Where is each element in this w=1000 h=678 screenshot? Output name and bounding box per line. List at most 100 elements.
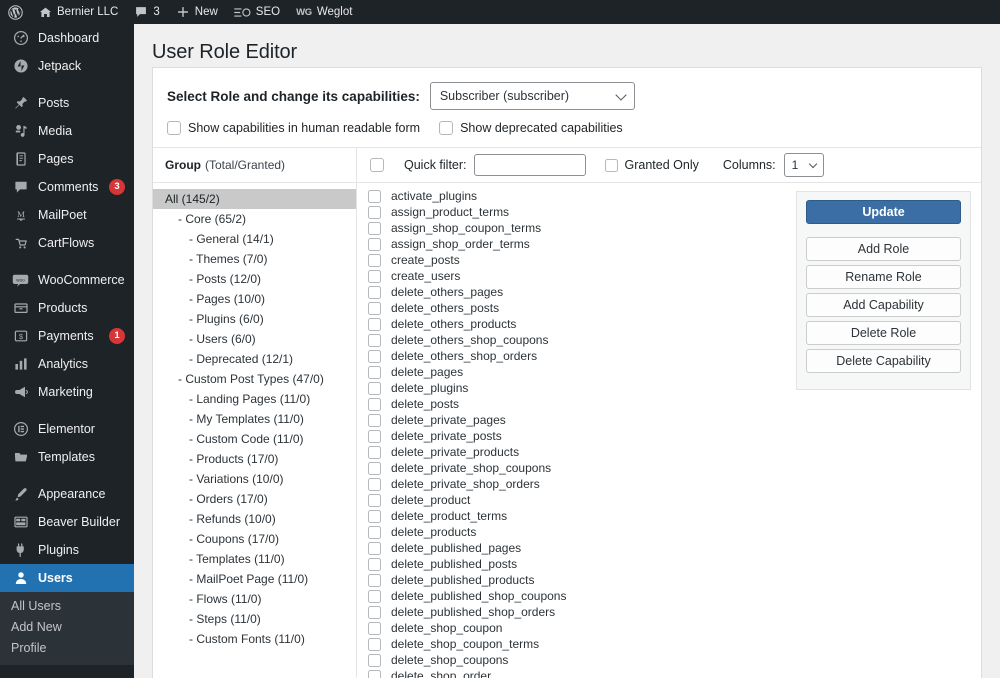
- new-content-menu[interactable]: New: [168, 0, 226, 24]
- group-tree-item[interactable]: - Core (65/2): [153, 209, 356, 229]
- capability-checkbox[interactable]: [368, 413, 381, 427]
- group-tree-item[interactable]: - Refunds (10/0): [153, 509, 356, 529]
- show-human-readable-checkbox[interactable]: [167, 121, 181, 135]
- sidebar-item-products[interactable]: Products: [0, 294, 134, 322]
- group-tree-item[interactable]: - Products (17/0): [153, 449, 356, 469]
- sidebar-item-users[interactable]: Users: [0, 564, 134, 592]
- columns-select[interactable]: 1: [783, 153, 824, 177]
- select-all-capabilities-checkbox[interactable]: [370, 158, 384, 172]
- capability-checkbox[interactable]: [368, 493, 381, 507]
- capability-row[interactable]: delete_private_shop_coupons: [357, 460, 981, 476]
- capability-checkbox[interactable]: [368, 205, 381, 219]
- sidebar-item-plugins[interactable]: Plugins: [0, 536, 134, 564]
- group-tree-item[interactable]: - Plugins (6/0): [153, 309, 356, 329]
- capability-checkbox[interactable]: [368, 637, 381, 651]
- weglot-menu[interactable]: WG Weglot: [288, 0, 360, 24]
- sidebar-item-woocommerce[interactable]: woo WooCommerce: [0, 266, 134, 294]
- capability-checkbox[interactable]: [368, 189, 381, 203]
- group-tree-item[interactable]: - Users (6/0): [153, 329, 356, 349]
- group-tree-item[interactable]: - Deprecated (12/1): [153, 349, 356, 369]
- delete-role-button[interactable]: Delete Role: [806, 321, 961, 345]
- add-capability-button[interactable]: Add Capability: [806, 293, 961, 317]
- capability-checkbox[interactable]: [368, 525, 381, 539]
- capability-row[interactable]: delete_private_pages: [357, 412, 981, 428]
- group-tree-item[interactable]: - Landing Pages (11/0): [153, 389, 356, 409]
- capability-row[interactable]: delete_published_pages: [357, 540, 981, 556]
- sidebar-item-mailpoet[interactable]: M MailPoet: [0, 201, 134, 229]
- capability-row[interactable]: delete_shop_coupons: [357, 652, 981, 668]
- update-button[interactable]: Update: [806, 200, 961, 224]
- submenu-item-all-users[interactable]: All Users: [0, 596, 134, 617]
- granted-only-checkbox[interactable]: [604, 158, 618, 172]
- seo-menu[interactable]: SEO: [226, 0, 288, 24]
- sidebar-item-pages[interactable]: Pages: [0, 145, 134, 173]
- capability-checkbox[interactable]: [368, 253, 381, 267]
- capability-row[interactable]: delete_private_shop_orders: [357, 476, 981, 492]
- capability-row[interactable]: delete_posts: [357, 396, 981, 412]
- capability-row[interactable]: delete_product_terms: [357, 508, 981, 524]
- capability-checkbox[interactable]: [368, 509, 381, 523]
- capability-checkbox[interactable]: [368, 397, 381, 411]
- sidebar-item-dashboard[interactable]: Dashboard: [0, 24, 134, 52]
- capability-checkbox[interactable]: [368, 333, 381, 347]
- sidebar-item-posts[interactable]: Posts: [0, 89, 134, 117]
- group-tree-item[interactable]: - Templates (11/0): [153, 549, 356, 569]
- capability-checkbox[interactable]: [368, 669, 381, 678]
- submenu-item-profile[interactable]: Profile: [0, 638, 134, 659]
- capability-checkbox[interactable]: [368, 237, 381, 251]
- capability-checkbox[interactable]: [368, 653, 381, 667]
- group-tree-item[interactable]: - Pages (10/0): [153, 289, 356, 309]
- group-tree-item[interactable]: - Orders (17/0): [153, 489, 356, 509]
- sidebar-item-jetpack[interactable]: Jetpack: [0, 52, 134, 80]
- capability-checkbox[interactable]: [368, 221, 381, 235]
- capability-checkbox[interactable]: [368, 605, 381, 619]
- capability-checkbox[interactable]: [368, 477, 381, 491]
- group-tree-item[interactable]: - Custom Post Types (47/0): [153, 369, 356, 389]
- sidebar-item-elementor[interactable]: Elementor: [0, 415, 134, 443]
- group-tree-item[interactable]: - Posts (12/0): [153, 269, 356, 289]
- sidebar-item-appearance[interactable]: Appearance: [0, 480, 134, 508]
- show-human-readable-option[interactable]: Show capabilities in human readable form: [167, 121, 420, 135]
- group-tree-item[interactable]: - Themes (7/0): [153, 249, 356, 269]
- group-tree-item[interactable]: - Variations (10/0): [153, 469, 356, 489]
- sidebar-item-comments[interactable]: Comments 3: [0, 173, 134, 201]
- capability-row[interactable]: delete_published_shop_coupons: [357, 588, 981, 604]
- capability-checkbox[interactable]: [368, 381, 381, 395]
- quick-filter-input[interactable]: [473, 154, 586, 176]
- capability-checkbox[interactable]: [368, 365, 381, 379]
- capability-row[interactable]: delete_product: [357, 492, 981, 508]
- capability-row[interactable]: delete_private_posts: [357, 428, 981, 444]
- rename-role-button[interactable]: Rename Role: [806, 265, 961, 289]
- sidebar-item-templates[interactable]: Templates: [0, 443, 134, 471]
- capability-row[interactable]: delete_shop_order: [357, 668, 981, 678]
- capability-checkbox[interactable]: [368, 349, 381, 363]
- capability-checkbox[interactable]: [368, 589, 381, 603]
- group-tree-item[interactable]: - Custom Fonts (11/0): [153, 629, 356, 649]
- group-tree-item[interactable]: - Coupons (17/0): [153, 529, 356, 549]
- group-tree-item[interactable]: - My Templates (11/0): [153, 409, 356, 429]
- capability-checkbox[interactable]: [368, 317, 381, 331]
- comments-bubble[interactable]: 3: [126, 0, 167, 24]
- capability-checkbox[interactable]: [368, 301, 381, 315]
- sidebar-item-beaver-builder[interactable]: Beaver Builder: [0, 508, 134, 536]
- group-tree-item[interactable]: - Flows (11/0): [153, 589, 356, 609]
- submenu-item-add-new[interactable]: Add New: [0, 617, 134, 638]
- capability-row[interactable]: delete_private_products: [357, 444, 981, 460]
- sidebar-item-analytics[interactable]: Analytics: [0, 350, 134, 378]
- show-deprecated-option[interactable]: Show deprecated capabilities: [439, 121, 623, 135]
- group-tree-item[interactable]: All (145/2): [153, 189, 356, 209]
- capability-checkbox[interactable]: [368, 445, 381, 459]
- delete-capability-button[interactable]: Delete Capability: [806, 349, 961, 373]
- capability-row[interactable]: delete_published_posts: [357, 556, 981, 572]
- capability-checkbox[interactable]: [368, 541, 381, 555]
- capability-checkbox[interactable]: [368, 269, 381, 283]
- capability-checkbox[interactable]: [368, 285, 381, 299]
- capability-row[interactable]: delete_products: [357, 524, 981, 540]
- capability-row[interactable]: delete_published_shop_orders: [357, 604, 981, 620]
- show-deprecated-checkbox[interactable]: [439, 121, 454, 135]
- capability-checkbox[interactable]: [368, 621, 381, 635]
- capability-checkbox[interactable]: [368, 573, 381, 587]
- add-role-button[interactable]: Add Role: [806, 237, 961, 261]
- sidebar-item-marketing[interactable]: Marketing: [0, 378, 134, 406]
- wordpress-logo-menu[interactable]: [0, 0, 31, 24]
